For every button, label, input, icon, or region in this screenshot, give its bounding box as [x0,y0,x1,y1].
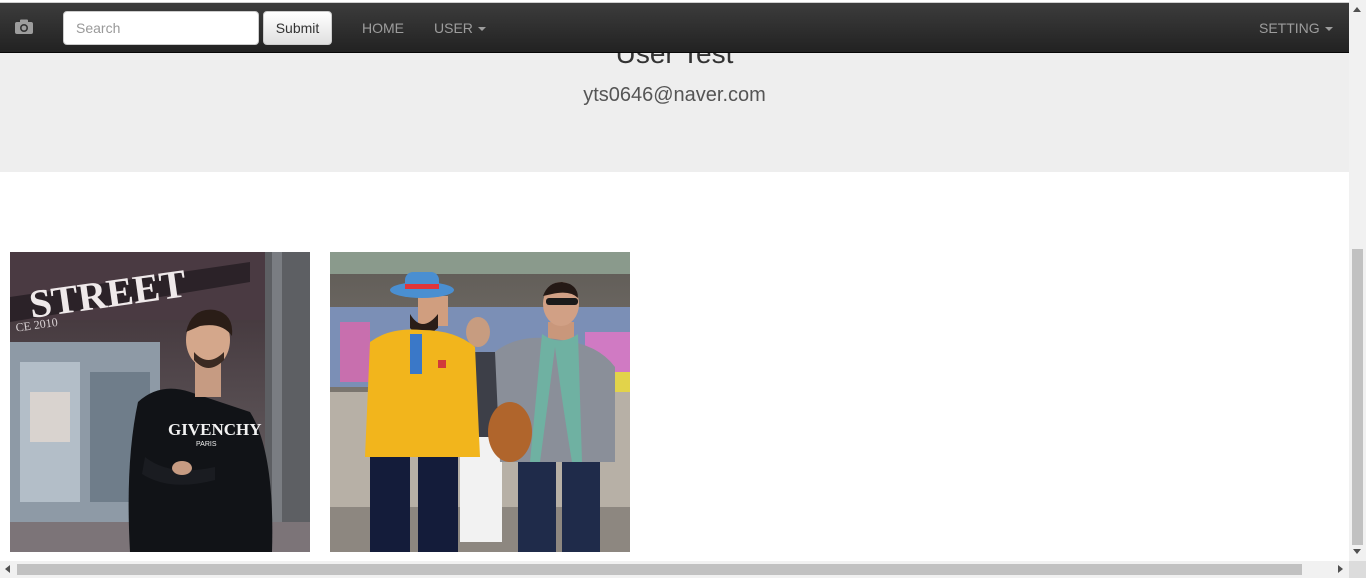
vertical-scrollbar[interactable] [1349,0,1366,561]
nav-home-link[interactable]: HOME [362,19,404,37]
top-navbar: Submit HOME USER SETTING [0,3,1349,53]
gallery-photo-1[interactable]: STREET CE 2010 GIVENCHY PARIS [10,252,310,552]
submit-button[interactable]: Submit [263,11,332,45]
scroll-up-arrow-icon[interactable] [1353,7,1361,12]
gallery-photo-2[interactable] [330,252,630,552]
scroll-left-arrow-icon[interactable] [5,565,10,573]
chevron-down-icon [477,27,486,32]
chevron-down-icon [1324,27,1333,32]
photo-shirt-text: GIVENCHY [168,420,262,439]
nav-setting-label: SETTING [1259,20,1320,36]
profile-email: yts0646@naver.com [583,84,766,106]
search-input[interactable] [63,11,259,45]
scroll-right-arrow-icon[interactable] [1338,565,1343,573]
horizontal-scrollbar-thumb[interactable] [17,564,1302,575]
nav-setting-dropdown[interactable]: SETTING [1259,19,1333,37]
scrollbar-corner [1349,561,1366,578]
camera-icon[interactable] [13,18,35,36]
photo-shirt-sub: PARIS [196,441,217,448]
horizontal-scrollbar[interactable] [0,561,1349,578]
vertical-scrollbar-thumb[interactable] [1352,249,1363,545]
nav-user-label: USER [434,20,473,36]
nav-user-dropdown[interactable]: USER [434,19,486,37]
scroll-down-arrow-icon[interactable] [1353,549,1361,554]
